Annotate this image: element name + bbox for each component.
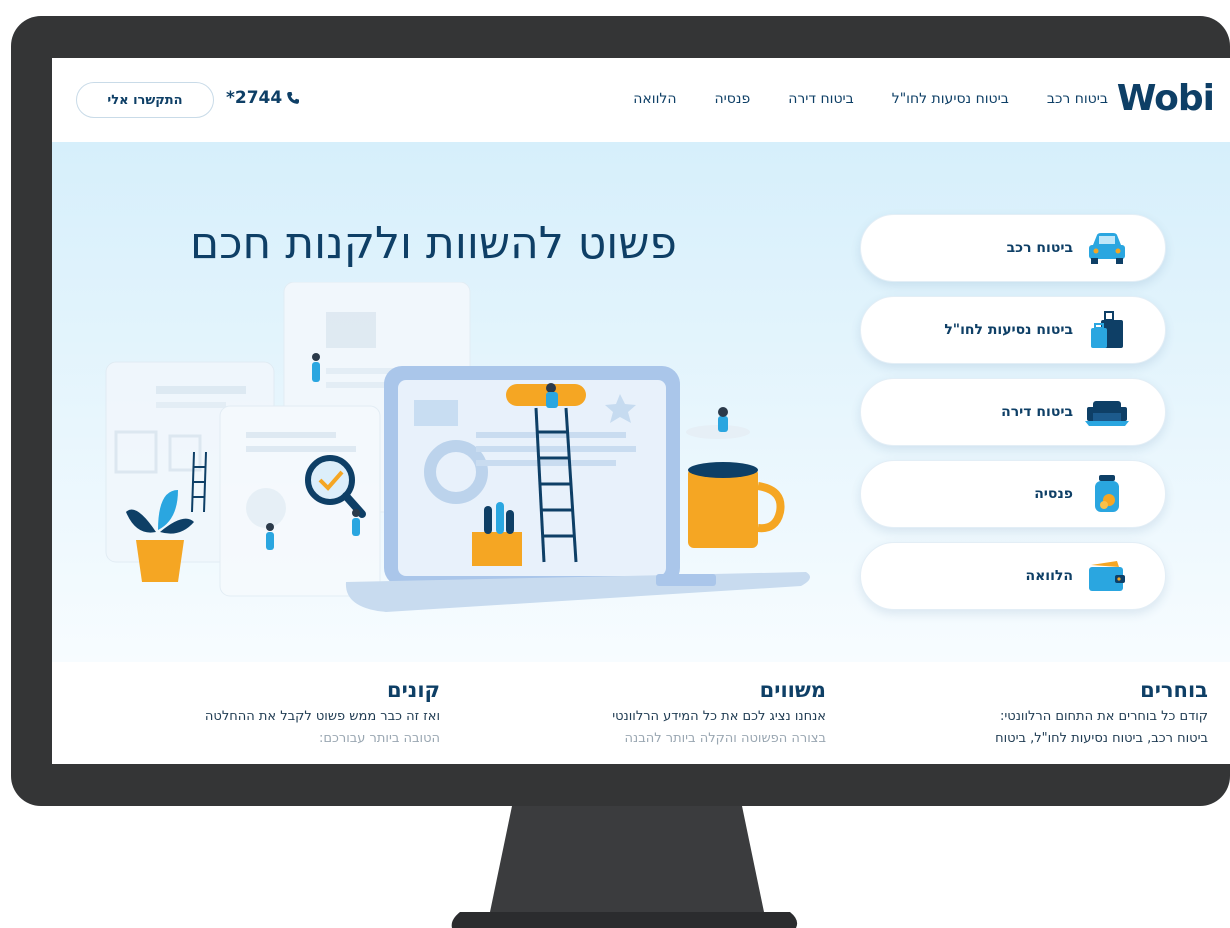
hero-section: פשוט להשוות ולקנות חכם ביטוח רכב ביטוח נ… xyxy=(52,142,1230,662)
step-title: בוחרים xyxy=(1140,678,1208,702)
car-icon xyxy=(1085,228,1129,268)
category-label: הלוואה xyxy=(1025,568,1073,584)
category-label: ביטוח רכב xyxy=(1006,240,1073,256)
category-card-travel[interactable]: ביטוח נסיעות לחו"ל xyxy=(860,296,1166,364)
nav-pension[interactable]: פנסיה xyxy=(715,91,751,107)
wallet-icon xyxy=(1085,556,1129,596)
step-compare: משווים אנחנו נציג לכם את כל המידע הרלוונ… xyxy=(526,678,826,750)
step-text: הטובה ביותר עבורכם: xyxy=(319,731,440,746)
phone-text: *2744 xyxy=(226,88,283,108)
category-label: פנסיה xyxy=(1034,486,1073,502)
nav-home-insurance[interactable]: ביטוח דירה xyxy=(788,91,854,107)
steps-section: בוחרים קודם כל בוחרים את התחום הרלוונטי:… xyxy=(52,664,1230,764)
step-buy: קונים ואז זה כבר ממש פשוט לקבל את ההחלטה… xyxy=(140,678,440,750)
step-text: בצורה הפשוטה והקלה ביותר להבנה xyxy=(624,731,827,746)
browser-screen: Wobi ביטוח רכב ביטוח נסיעות לחו"ל ביטוח … xyxy=(52,58,1230,764)
jar-icon xyxy=(1085,474,1129,514)
site-header: Wobi ביטוח רכב ביטוח נסיעות לחו"ל ביטוח … xyxy=(52,58,1230,143)
step-text: ואז זה כבר ממש פשוט לקבל את ההחלטה xyxy=(204,709,440,724)
category-card-home[interactable]: ביטוח דירה xyxy=(860,378,1166,446)
nav-loan[interactable]: הלוואה xyxy=(633,91,676,107)
hero-title: פשוט להשוות ולקנות חכם xyxy=(190,218,677,269)
step-choose: בוחרים קודם כל בוחרים את התחום הרלוונטי:… xyxy=(908,678,1208,750)
category-card-loan[interactable]: הלוואה xyxy=(860,542,1166,610)
contact-me-button[interactable]: התקשרו אלי xyxy=(76,82,214,118)
category-cards: ביטוח רכב ביטוח נסיעות לחו"ל ביטוח דירה … xyxy=(860,214,1166,624)
main-nav: ביטוח רכב ביטוח נסיעות לחו"ל ביטוח דירה … xyxy=(595,91,1108,107)
category-card-car[interactable]: ביטוח רכב xyxy=(860,214,1166,282)
wobi-logo[interactable]: Wobi xyxy=(1117,78,1215,119)
phone-icon xyxy=(287,92,300,104)
category-card-pension[interactable]: פנסיה xyxy=(860,460,1166,528)
step-text: ביטוח רכב, ביטוח נסיעות לחו"ל, ביטוח xyxy=(995,731,1208,746)
nav-car-insurance[interactable]: ביטוח רכב xyxy=(1047,91,1108,107)
hero-illustration xyxy=(105,282,810,612)
luggage-icon xyxy=(1085,310,1129,350)
step-title: קונים xyxy=(387,678,440,702)
category-label: ביטוח נסיעות לחו"ל xyxy=(944,322,1073,338)
sofa-icon xyxy=(1085,392,1129,432)
nav-travel-insurance[interactable]: ביטוח נסיעות לחו"ל xyxy=(892,91,1009,107)
category-label: ביטוח דירה xyxy=(1001,404,1073,420)
step-text: קודם כל בוחרים את התחום הרלוונטי: xyxy=(1000,709,1208,724)
step-text: אנחנו נציג לכם את כל המידע הרלוונטי xyxy=(612,709,826,724)
step-title: משווים xyxy=(759,678,826,702)
phone-number[interactable]: *2744 xyxy=(226,88,300,108)
